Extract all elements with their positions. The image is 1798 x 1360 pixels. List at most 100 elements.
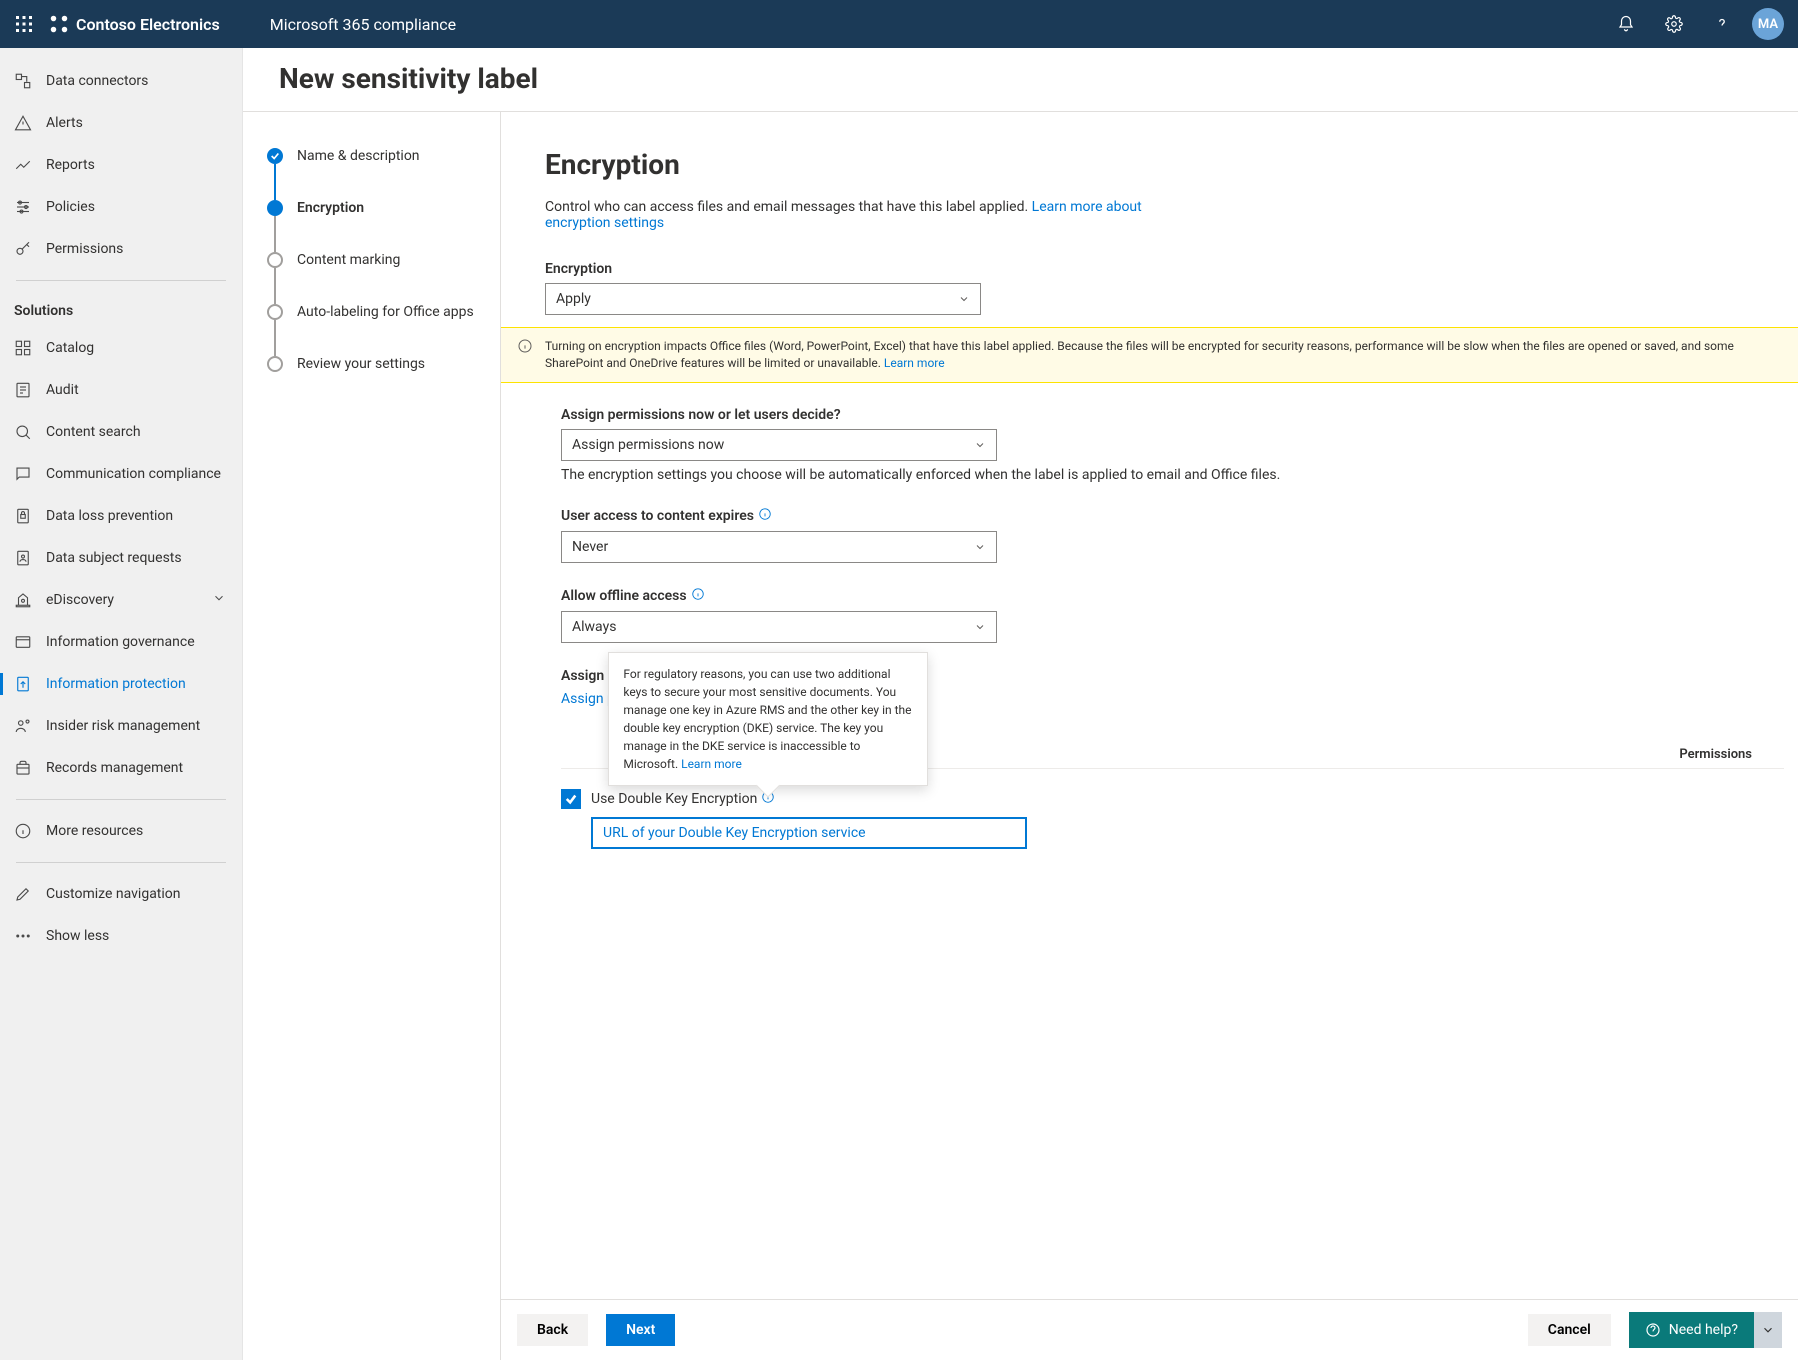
assign-permissions-select[interactable]: Assign permissions now <box>561 429 997 461</box>
permissions-icon <box>14 240 32 258</box>
nav-catalog[interactable]: Catalog <box>0 327 242 369</box>
need-help-label: Need help? <box>1669 1322 1738 1338</box>
nav-records-management[interactable]: Records management <box>0 747 242 789</box>
main-panel: New sensitivity label Name & description… <box>243 48 1798 1360</box>
nav-data-subject-requests[interactable]: Data subject requests <box>0 537 242 579</box>
catalog-icon <box>14 339 32 357</box>
nav-permissions[interactable]: Permissions <box>0 228 242 270</box>
nav-communication-compliance[interactable]: Communication compliance <box>0 453 242 495</box>
notifications-icon[interactable] <box>1602 0 1650 48</box>
chevron-down-icon <box>974 621 986 633</box>
step-name-description[interactable]: Name & description <box>267 148 500 164</box>
policies-icon <box>14 198 32 216</box>
alerts-icon <box>14 114 32 132</box>
assign-permissions-label: Assign permissions now or let users deci… <box>561 407 1784 423</box>
search-icon <box>14 423 32 441</box>
offline-label: Allow offline access <box>561 587 1784 605</box>
nav-label: Show less <box>46 928 226 944</box>
step-content-marking[interactable]: Content marking <box>267 252 500 268</box>
nav-label: Information protection <box>46 676 226 692</box>
wizard-steps: Name & description Encryption Content ma… <box>243 112 501 1360</box>
encryption-section-label: Encryption <box>545 261 1784 277</box>
app-launcher[interactable] <box>0 0 48 48</box>
nav-label: Information governance <box>46 634 226 650</box>
assign-permissions-helper: The encryption settings you choose will … <box>561 467 1784 483</box>
nav-more-resources[interactable]: More resources <box>0 810 242 852</box>
page-title-bar: New sensitivity label <box>243 48 1798 112</box>
encryption-info-banner: Turning on encryption impacts Office fil… <box>501 327 1798 383</box>
info-icon[interactable] <box>758 507 772 525</box>
nav-label: Catalog <box>46 340 226 356</box>
nav-information-governance[interactable]: Information governance <box>0 621 242 663</box>
chevron-down-icon <box>974 439 986 451</box>
step-label: Name & description <box>297 148 420 164</box>
nav-audit[interactable]: Audit <box>0 369 242 411</box>
info-icon[interactable] <box>691 587 705 605</box>
help-icon[interactable] <box>1698 0 1746 48</box>
app-name: Microsoft 365 compliance <box>270 15 456 34</box>
nav-customize-navigation[interactable]: Customize navigation <box>0 873 242 915</box>
nav-label: Customize navigation <box>46 886 226 902</box>
form-pane: Encryption Control who can access files … <box>501 112 1798 1360</box>
dsr-icon <box>14 549 32 567</box>
next-button[interactable]: Next <box>606 1314 675 1346</box>
nav-label: Permissions <box>46 241 226 257</box>
audit-icon <box>14 381 32 399</box>
step-completed-icon <box>267 148 283 164</box>
nav-insider-risk[interactable]: Insider risk management <box>0 705 242 747</box>
app-header: Contoso Electronics Microsoft 365 compli… <box>0 0 1798 48</box>
more-icon <box>14 927 32 945</box>
nav-content-search[interactable]: Content search <box>0 411 242 453</box>
brand-name: Contoso Electronics <box>76 15 220 34</box>
nav-label: Audit <box>46 382 226 398</box>
settings-icon[interactable] <box>1650 0 1698 48</box>
nav-label: Data loss prevention <box>46 508 226 524</box>
select-value: Apply <box>556 291 591 307</box>
nav-separator <box>16 862 226 863</box>
nav-ediscovery[interactable]: eDiscovery <box>0 579 242 621</box>
nav-label: Records management <box>46 760 226 776</box>
step-review[interactable]: Review your settings <box>267 356 500 372</box>
select-value: Always <box>572 619 616 635</box>
dke-tooltip: For regulatory reasons, you can use two … <box>608 652 928 786</box>
step-encryption[interactable]: Encryption <box>267 200 500 216</box>
infobar-text: Turning on encryption impacts Office fil… <box>545 338 1780 372</box>
dke-checkbox[interactable] <box>561 789 581 809</box>
records-icon <box>14 759 32 777</box>
need-help-button[interactable]: Need help? <box>1629 1312 1754 1348</box>
nav-separator <box>16 280 226 281</box>
back-button[interactable]: Back <box>517 1314 588 1346</box>
chevron-down-icon <box>212 591 226 609</box>
nav-alerts[interactable]: Alerts <box>0 102 242 144</box>
form-heading: Encryption <box>545 148 1784 181</box>
nav-policies[interactable]: Policies <box>0 186 242 228</box>
expiry-select[interactable]: Never <box>561 531 997 563</box>
encryption-mode-select[interactable]: Apply <box>545 283 981 315</box>
dke-url-input[interactable] <box>591 817 1027 849</box>
info-gov-icon <box>14 633 32 651</box>
nav-data-loss-prevention[interactable]: Data loss prevention <box>0 495 242 537</box>
connectors-icon <box>14 72 32 90</box>
nav-label: Content search <box>46 424 226 440</box>
nav-label: More resources <box>46 823 226 839</box>
form-intro: Control who can access files and email m… <box>545 199 1165 231</box>
need-help-expand[interactable] <box>1754 1312 1782 1348</box>
nav-label: Alerts <box>46 115 226 131</box>
infobar-learn-more-link[interactable]: Learn more <box>884 356 945 370</box>
step-label: Content marking <box>297 252 400 268</box>
brand-logo[interactable]: Contoso Electronics <box>48 13 220 35</box>
nav-information-protection[interactable]: Information protection <box>0 663 242 705</box>
dke-learn-more-link[interactable]: Learn more <box>681 757 742 771</box>
nav-reports[interactable]: Reports <box>0 144 242 186</box>
cancel-button[interactable]: Cancel <box>1528 1314 1611 1346</box>
nav-label: Insider risk management <box>46 718 226 734</box>
offline-select[interactable]: Always <box>561 611 997 643</box>
info-prot-icon <box>14 675 32 693</box>
nav-data-connectors[interactable]: Data connectors <box>0 60 242 102</box>
step-auto-labeling[interactable]: Auto-labeling for Office apps <box>267 304 500 320</box>
nav-show-less[interactable]: Show less <box>0 915 242 957</box>
chat-icon <box>14 465 32 483</box>
nav-label: Data subject requests <box>46 550 226 566</box>
user-avatar[interactable]: MA <box>1752 8 1784 40</box>
nav-label: Policies <box>46 199 226 215</box>
